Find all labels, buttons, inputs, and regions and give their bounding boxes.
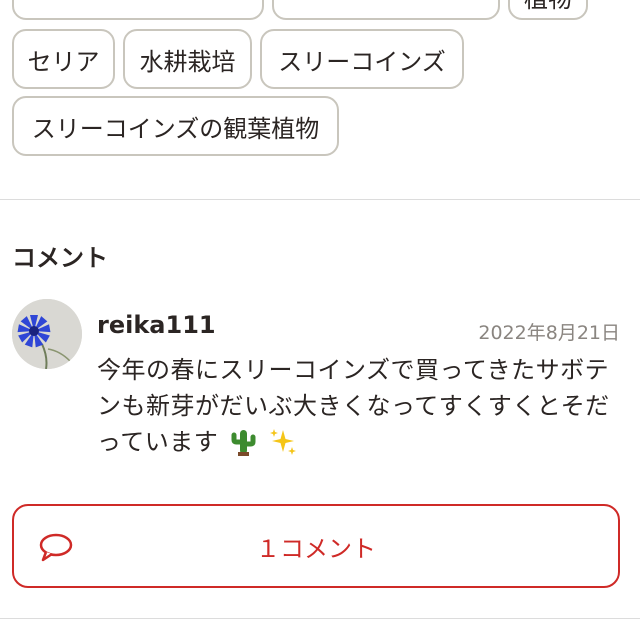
comment-date: 2022年8月21日 [478, 322, 620, 344]
tag-label: セリア [27, 47, 100, 76]
tag-chip[interactable]: 植物 [508, 0, 588, 20]
tag-chip[interactable] [272, 0, 500, 20]
tag-label: 植物 [524, 0, 572, 14]
comment-button-label: １コメント [256, 534, 376, 563]
section-divider [0, 199, 640, 200]
tag-label: スリーコインズ [278, 47, 446, 76]
comments-title: コメント [12, 244, 108, 272]
comment-text: 今年の春にスリーコインズで買ってきたサボテンも新芽がだいぶ大きくなってすくすくと… [97, 356, 610, 456]
tag-chip[interactable]: スリーコインズ [260, 29, 464, 89]
tag-chip[interactable]: セリア [12, 29, 115, 89]
comment-username[interactable]: reika111 [97, 311, 216, 339]
comment-button[interactable]: １コメント [12, 504, 620, 588]
tag-chip[interactable] [12, 0, 264, 20]
section-divider [0, 618, 640, 619]
tag-chip[interactable]: 水耕栽培 [123, 29, 252, 89]
tag-list: 植物 セリア 水耕栽培 スリーコインズ スリーコインズの観葉植物 [0, 0, 640, 200]
cornflower-photo-icon [12, 299, 82, 369]
cactus-icon [230, 426, 256, 466]
tag-chip[interactable]: スリーコインズの観葉植物 [12, 96, 339, 156]
sparkles-icon [269, 426, 297, 466]
tag-label: 水耕栽培 [139, 47, 236, 76]
comment-body: 今年の春にスリーコインズで買ってきたサボテンも新芽がだいぶ大きくなってすくすくと… [97, 352, 627, 466]
tag-label: スリーコインズの観葉植物 [31, 114, 320, 143]
avatar[interactable] [12, 299, 82, 369]
